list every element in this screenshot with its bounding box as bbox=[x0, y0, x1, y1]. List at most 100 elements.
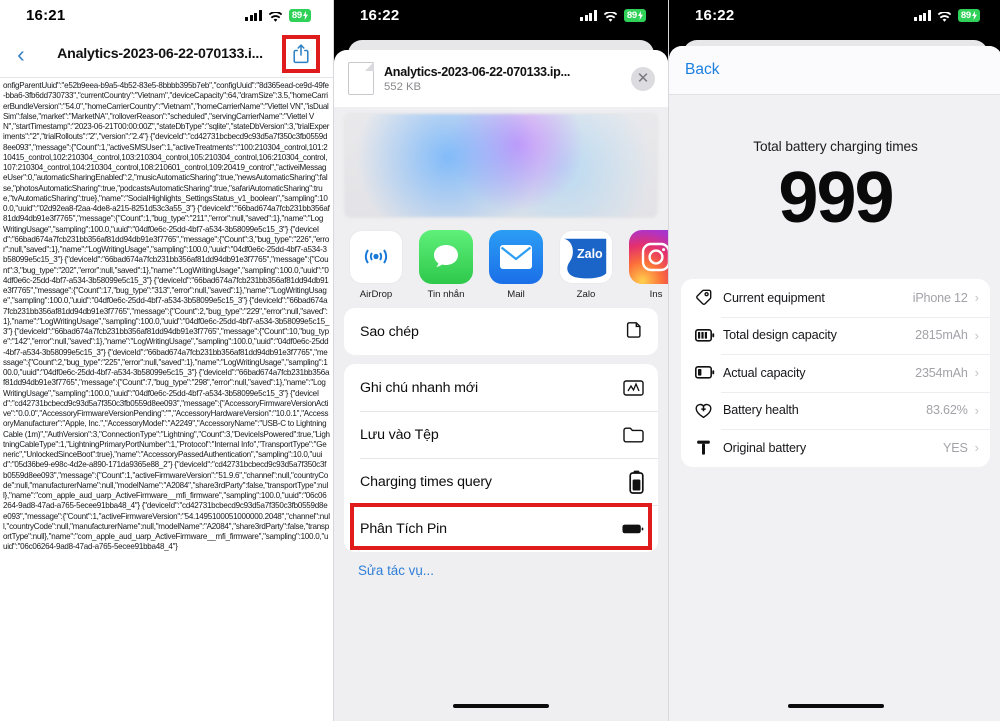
battery-row-label: Original battery bbox=[723, 440, 806, 455]
share-target-messages[interactable]: Tin nhắn bbox=[418, 230, 474, 300]
svg-text:Zalo: Zalo bbox=[577, 247, 603, 261]
cellular-signal-icon bbox=[245, 10, 262, 21]
chevron-right-icon: › bbox=[974, 290, 979, 306]
copy-icon bbox=[622, 320, 644, 344]
share-icon bbox=[293, 44, 309, 64]
back-button[interactable]: Back bbox=[685, 61, 719, 79]
three-phone-screenshot-composite: 16:21 89 ‹ Analytics-2023-06-22-070133.i… bbox=[0, 0, 1000, 721]
chevron-right-icon: › bbox=[974, 402, 979, 418]
battery-row-value: 2354mAh bbox=[915, 365, 968, 380]
status-bar: 16:22 89 bbox=[669, 0, 1000, 31]
battery-status-badge: 89 bbox=[623, 9, 646, 22]
battery-status-badge: 89 bbox=[288, 9, 311, 22]
home-indicator bbox=[453, 704, 549, 708]
battery-percent: 89 bbox=[626, 9, 637, 21]
shared-file-name: Analytics-2023-06-22-070133.ip... bbox=[384, 64, 571, 79]
share-target-mail[interactable]: Mail bbox=[488, 230, 544, 300]
chevron-right-icon: › bbox=[974, 365, 979, 381]
battery-row-label: Actual capacity bbox=[723, 365, 806, 380]
cellular-signal-icon bbox=[914, 10, 931, 21]
navigation-bar: Back bbox=[669, 46, 1000, 95]
shared-file-meta: Analytics-2023-06-22-070133.ip... 552 KB bbox=[384, 65, 621, 93]
share-action-label: Charging times query bbox=[360, 473, 492, 490]
battery-row-total-design-capacity[interactable]: Total design capacity 2815mAh › bbox=[681, 316, 990, 355]
share-action-copy[interactable]: Sao chép bbox=[344, 308, 658, 355]
battery-details-card: Current equipment iPhone 12 › Total desi… bbox=[681, 279, 990, 467]
status-bar-time: 16:21 bbox=[26, 7, 66, 24]
share-action-label: Ghi chú nhanh mới bbox=[360, 379, 478, 396]
share-target-label: AirDrop bbox=[359, 289, 393, 300]
battery-row-value: YES bbox=[943, 440, 968, 455]
battery-row-value: 2815mAh bbox=[915, 328, 968, 343]
hammer-icon bbox=[695, 439, 719, 456]
status-bar-indicators: 89 bbox=[914, 9, 980, 22]
battery-status-badge: 89 bbox=[957, 9, 980, 22]
share-action-save-to-files[interactable]: Lưu vào Tệp bbox=[344, 411, 658, 458]
chevron-right-icon: › bbox=[974, 327, 979, 343]
document-icon bbox=[348, 62, 374, 95]
share-target-label: Tin nhắn bbox=[427, 289, 465, 300]
status-bar: 16:22 89 bbox=[334, 0, 668, 31]
battery-row-value: 83.62% bbox=[926, 403, 968, 418]
share-target-instagram[interactable]: Ins bbox=[628, 230, 668, 300]
airdrop-icon bbox=[349, 230, 403, 284]
share-button-highlighted[interactable] bbox=[282, 35, 320, 73]
share-action-quick-note[interactable]: Ghi chú nhanh mới bbox=[344, 364, 658, 411]
share-action-label: Sao chép bbox=[360, 323, 419, 340]
share-action-battery-analysis[interactable]: Phân Tích Pin bbox=[344, 505, 658, 552]
battery-full-icon bbox=[695, 328, 719, 342]
status-bar-time: 16:22 bbox=[695, 7, 735, 24]
mail-icon bbox=[489, 230, 543, 284]
wifi-icon bbox=[268, 10, 283, 22]
share-target-zalo[interactable]: Zalo Zalo bbox=[558, 230, 614, 300]
chevron-left-icon[interactable]: ‹ bbox=[8, 41, 34, 67]
share-actions-group-more: Ghi chú nhanh mới Lưu vào Tệp Charging t… bbox=[344, 364, 658, 552]
edit-actions-link[interactable]: Sửa tác vụ... bbox=[334, 561, 668, 578]
tag-icon bbox=[695, 289, 719, 306]
battery-row-battery-health[interactable]: Battery health 83.62% › bbox=[681, 391, 990, 430]
battery-row-label: Current equipment bbox=[723, 290, 825, 305]
charging-times-title: Total battery charging times bbox=[753, 139, 918, 154]
charging-times-value: 999 bbox=[778, 158, 894, 238]
wifi-icon bbox=[603, 10, 618, 22]
messages-icon bbox=[419, 230, 473, 284]
shared-file-header: Analytics-2023-06-22-070133.ip... 552 KB… bbox=[334, 50, 668, 107]
zalo-icon: Zalo bbox=[559, 230, 613, 284]
share-target-label: Ins bbox=[649, 289, 663, 300]
file-preview-gradient bbox=[344, 113, 658, 218]
close-icon[interactable]: ✕ bbox=[631, 66, 655, 91]
share-target-label: Zalo bbox=[576, 289, 596, 300]
battery-info-sheet: Back Total battery charging times 999 Cu… bbox=[669, 46, 1000, 721]
share-action-charging-times-query[interactable]: Charging times query bbox=[344, 458, 658, 505]
phone-panel-share-sheet: 16:22 89 Analytics-2023-06-22-070133.ip.… bbox=[334, 0, 668, 721]
battery-percent: 89 bbox=[291, 9, 302, 21]
chevron-right-icon: › bbox=[974, 440, 979, 456]
battery-row-current-equipment[interactable]: Current equipment iPhone 12 › bbox=[681, 279, 990, 317]
share-target-airdrop[interactable]: AirDrop bbox=[348, 230, 404, 300]
battery-percent: 89 bbox=[960, 9, 971, 21]
battery-low-icon bbox=[695, 366, 719, 379]
share-action-label: Phân Tích Pin bbox=[360, 520, 447, 537]
battery-row-label: Battery health bbox=[723, 403, 799, 418]
battery-horizontal-icon bbox=[622, 517, 644, 541]
share-targets-row[interactable]: AirDrop Tin nhắn Mail Zalo Zalo Ins bbox=[334, 226, 668, 308]
home-indicator bbox=[787, 704, 884, 708]
share-sheet: Analytics-2023-06-22-070133.ip... 552 KB… bbox=[334, 50, 668, 721]
folder-icon bbox=[622, 423, 644, 447]
share-actions-group-copy: Sao chép bbox=[344, 308, 658, 355]
instagram-icon bbox=[629, 230, 668, 284]
status-bar-time: 16:22 bbox=[360, 7, 400, 24]
status-bar-indicators: 89 bbox=[245, 9, 311, 22]
quick-note-icon bbox=[622, 376, 644, 400]
status-bar: 16:21 89 bbox=[0, 0, 333, 31]
page-title: Analytics-2023-06-22-070133.i... bbox=[57, 46, 263, 62]
battery-row-actual-capacity[interactable]: Actual capacity 2354mAh › bbox=[681, 354, 990, 392]
heart-plus-icon bbox=[695, 402, 719, 419]
document-navigation-bar: ‹ Analytics-2023-06-22-070133.i... bbox=[0, 31, 333, 78]
analytics-log-text: onfigParentUuid":"e52b9eea-b9a5-4b52-83e… bbox=[3, 81, 330, 552]
battery-vertical-icon bbox=[622, 470, 644, 494]
phone-panel-battery-info: 16:22 89 Back Total battery charging tim… bbox=[669, 0, 1000, 721]
battery-row-original-battery[interactable]: Original battery YES › bbox=[681, 429, 990, 467]
battery-row-label: Total design capacity bbox=[723, 328, 837, 343]
battery-row-value: iPhone 12 bbox=[912, 290, 968, 305]
